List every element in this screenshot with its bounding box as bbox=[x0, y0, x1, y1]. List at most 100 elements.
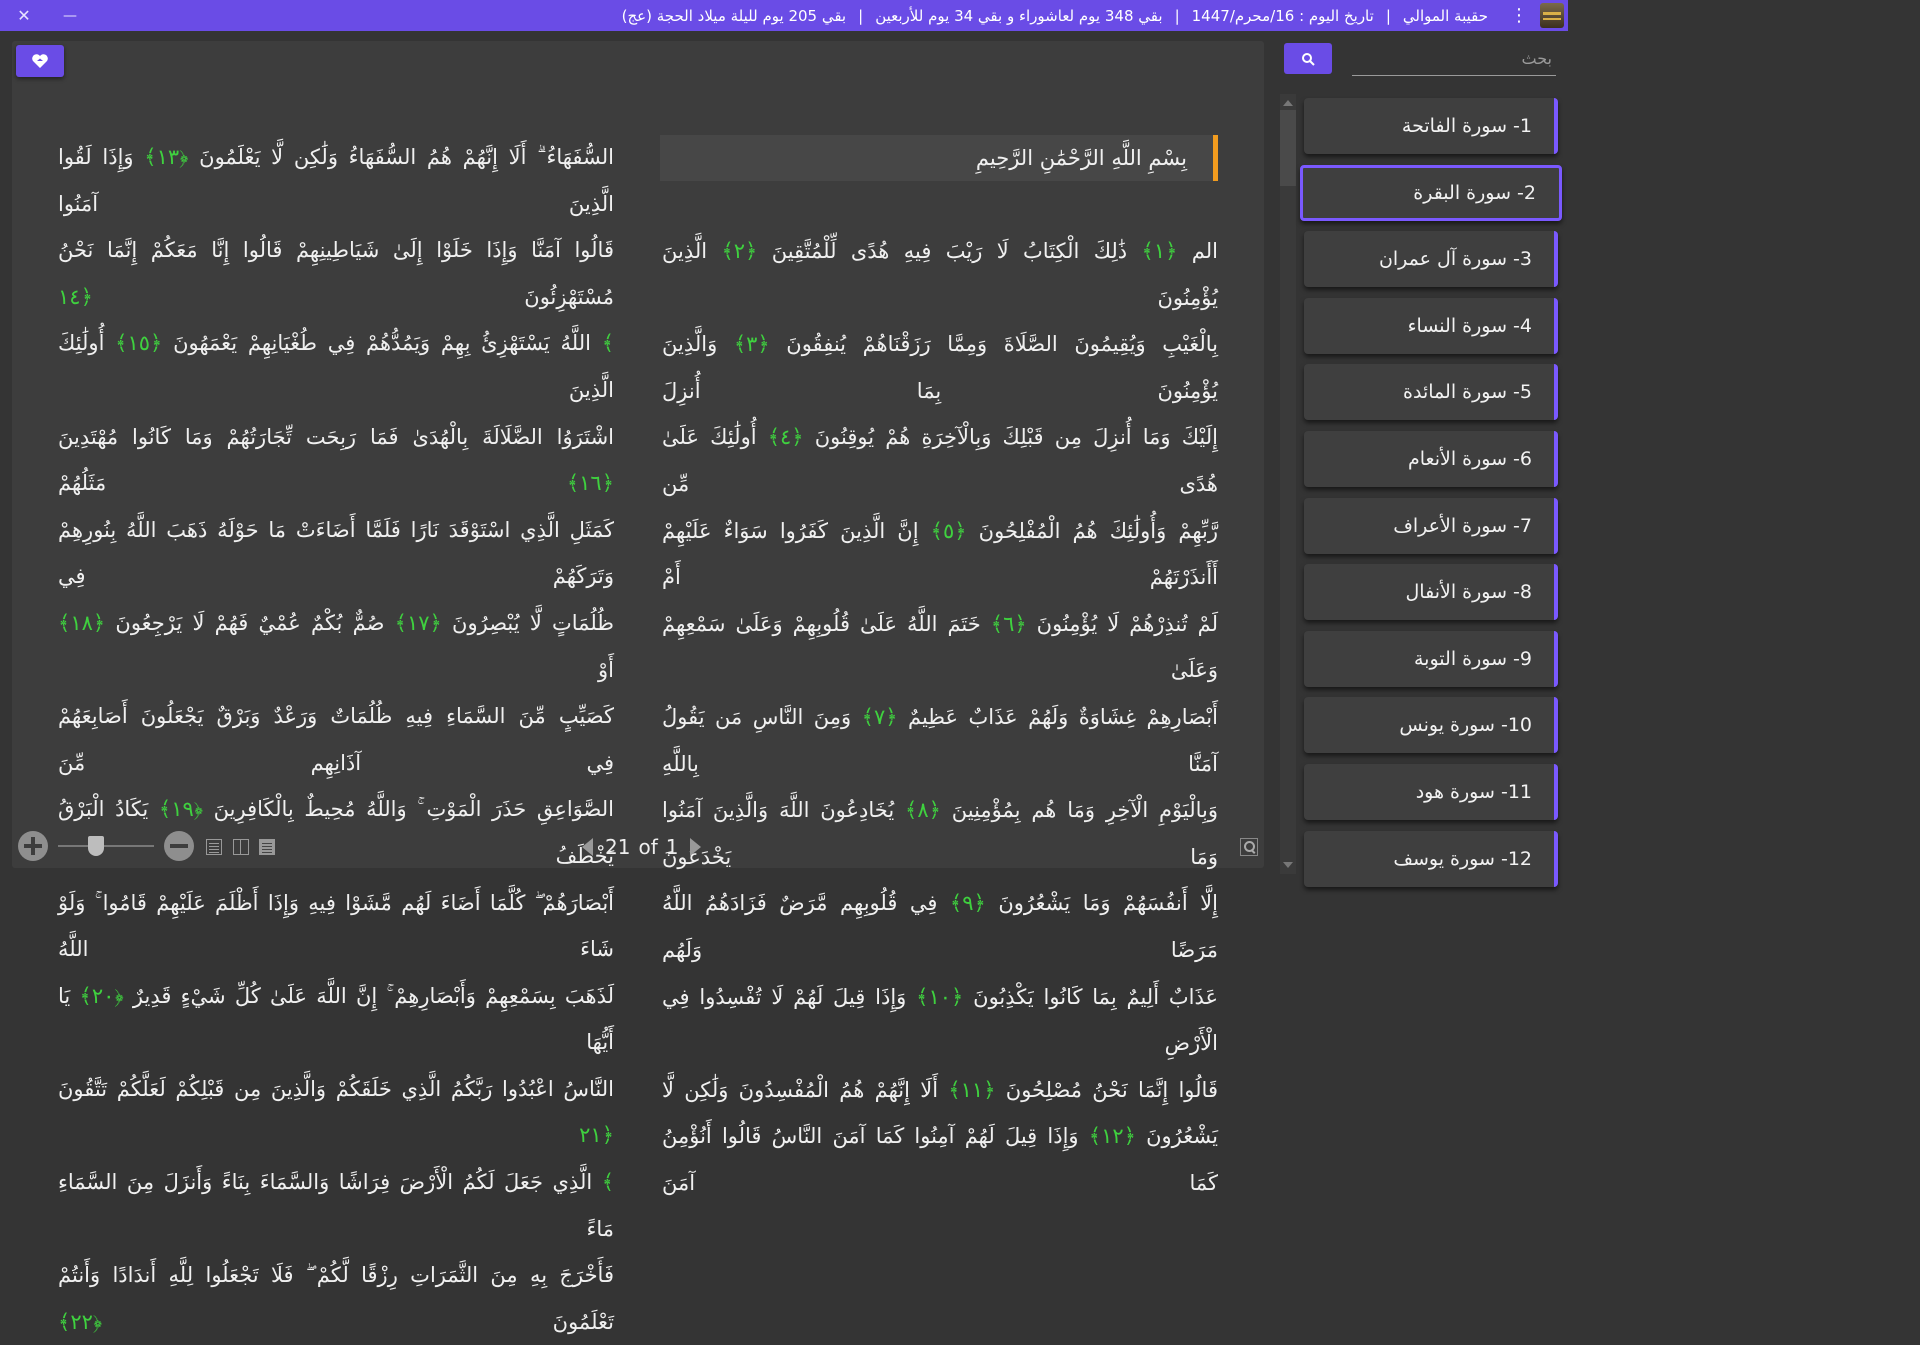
ayah-number: ﴿٢١ bbox=[579, 1123, 614, 1148]
verse-text: السُّفَهَاءُ ۗ أَلَا إِنَّهُمْ هُمُ السُ… bbox=[188, 145, 615, 169]
surah-item[interactable]: 11- سورة هود bbox=[1304, 764, 1558, 820]
ayah-number: ﴿٢٠﴾ bbox=[79, 983, 124, 1008]
ayah-number: ﴿١﴾ bbox=[1141, 239, 1178, 263]
verse-text: النَّاسُ اعْبُدُوا رَبَّكُمُ الَّذِي خَل… bbox=[58, 1076, 614, 1101]
kaaba-logo-icon bbox=[1540, 3, 1564, 28]
verse-text: إِلَّا أَنفُسَهُمْ وَمَا يَشْعُرُونَ bbox=[985, 891, 1218, 916]
search-icon bbox=[1302, 52, 1315, 66]
surah-item[interactable]: 5- سورة المائدة bbox=[1304, 364, 1558, 420]
surah-list-scrollbar[interactable] bbox=[1280, 94, 1296, 874]
verse-text: اللَّهُ يَسْتَهْزِئُ بِهِمْ وَيَمُدُّهُم… bbox=[162, 331, 602, 356]
two-page-view-icon[interactable] bbox=[233, 839, 249, 855]
ayah-number: ﴿١٣﴾ bbox=[144, 145, 189, 169]
verse-line: الم ﴿١﴾ ذَٰلِكَ الْكِتَابُ لَا رَيْبَ فِ… bbox=[662, 228, 1218, 321]
verse-text: الَّذِي جَعَلَ لَكُمُ الْأَرْضَ فِرَاشًا… bbox=[58, 1170, 614, 1241]
surah-item[interactable]: 1- سورة الفاتحة bbox=[1304, 98, 1558, 154]
ayah-number: ﴿١٠﴾ bbox=[916, 984, 964, 1009]
verse-text: مَثَلُهُمْ bbox=[58, 471, 567, 496]
surah-item[interactable]: 10- سورة يونس bbox=[1304, 697, 1558, 753]
continuous-view-icon[interactable] bbox=[259, 839, 275, 855]
heart-icon bbox=[32, 54, 48, 68]
surah-item[interactable]: 7- سورة الأعراف bbox=[1304, 498, 1558, 554]
search-button[interactable] bbox=[1284, 43, 1332, 74]
zoom-in-button[interactable] bbox=[18, 831, 48, 861]
verse-line: اشْتَرَوُا الضَّلَالَةَ بِالْهُدَىٰ فَمَ… bbox=[58, 414, 614, 507]
zoom-slider-track[interactable] bbox=[58, 845, 154, 847]
surah-item[interactable]: 2- سورة البقرة bbox=[1300, 165, 1562, 221]
verse-text: رَّبِّهِمْ وَأُولَٰئِكَ هُمُ الْمُفْلِحُ… bbox=[966, 518, 1219, 543]
verse-text: ذَٰلِكَ الْكِتَابُ لَا رَيْبَ فِيهِ هُدً… bbox=[757, 239, 1142, 263]
ayah-number: ﴿٩﴾ bbox=[949, 891, 986, 916]
verse-text: بِالْغَيْبِ وَيُقِيمُونَ الصَّلَاةَ وَمِ… bbox=[769, 332, 1218, 357]
verse-line: كَصَيِّبٍ مِّنَ السَّمَاءِ فِيهِ ظُلُمَا… bbox=[58, 693, 614, 786]
total-pages: 1 bbox=[665, 835, 679, 859]
surah-item[interactable]: 12- سورة يوسف bbox=[1304, 831, 1558, 887]
separator: | bbox=[1174, 6, 1180, 25]
surah-item[interactable]: 4- سورة النساء bbox=[1304, 298, 1558, 354]
verse-text: الم bbox=[1177, 239, 1219, 263]
single-page-view-icon[interactable] bbox=[206, 839, 222, 855]
verse-text: فَأَخْرَجَ بِهِ مِنَ الثَّمَرَاتِ رِزْقً… bbox=[58, 1263, 614, 1334]
close-icon[interactable]: ✕ bbox=[4, 0, 44, 31]
verse-line: لَمْ تُنذِرْهُمْ لَا يُؤْمِنُونَ ﴿٦﴾ خَت… bbox=[662, 601, 1218, 694]
app-name: حقيبة الموالي bbox=[1402, 6, 1488, 25]
scroll-up-icon[interactable] bbox=[1280, 96, 1296, 110]
next-page-icon[interactable] bbox=[690, 838, 702, 856]
verse-text: الصَّوَاعِقِ حَذَرَ الْمَوْتِ ۚ وَاللَّه… bbox=[203, 797, 614, 822]
surah-item[interactable]: 6- سورة الأنعام bbox=[1304, 431, 1558, 487]
find-in-page-icon[interactable] bbox=[1240, 838, 1258, 856]
verse-text: أَلَا إِنَّهُمْ هُمُ الْمُفْسِدُونَ وَلَ… bbox=[662, 1077, 949, 1102]
verse-text: إِلَيْكَ وَمَا أُنزِلَ مِن قَبْلِكَ وَبِ… bbox=[803, 425, 1218, 450]
verse-line: فَأَخْرَجَ بِهِ مِنَ الثَّمَرَاتِ رِزْقً… bbox=[58, 1252, 614, 1345]
ayah-number: ﴿٤﴾ bbox=[767, 425, 804, 450]
surah-item[interactable]: 3- سورة آل عمران bbox=[1304, 231, 1558, 287]
scroll-down-icon[interactable] bbox=[1280, 858, 1296, 872]
ayah-number: ﴿١١﴾ bbox=[948, 1077, 996, 1102]
scrollbar-thumb[interactable] bbox=[1280, 110, 1296, 186]
search-input[interactable] bbox=[1352, 42, 1556, 76]
verse-line: ﴾ اللَّهُ يَسْتَهْزِئُ بِهِمْ وَيَمُدُّه… bbox=[58, 320, 614, 413]
page-right: الم ﴿١﴾ ذَٰلِكَ الْكِتَابُ لَا رَيْبَ فِ… bbox=[662, 228, 1218, 1206]
verse-text: ظُلُمَاتٍ لَّا يُبْصِرُونَ bbox=[441, 610, 614, 635]
separator: | bbox=[1385, 6, 1391, 25]
verse-line: قَالُوا إِنَّمَا نَحْنُ مُصْلِحُونَ ﴿١١﴾… bbox=[662, 1067, 1218, 1114]
verse-line: قَالُوا آمَنَّا وَإِذَا خَلَوْا إِلَىٰ ش… bbox=[58, 227, 614, 320]
ayah-number: ﴿١٦﴾ bbox=[566, 471, 614, 496]
title-status: حقيبة الموالي | تاريخ اليوم : 16/محرم/14… bbox=[622, 0, 1488, 31]
verse-text: عَذَابٌ أَلِيمٌ بِمَا كَانُوا يَكْذِبُون… bbox=[963, 984, 1219, 1009]
surah-item[interactable]: 9- سورة التوبة bbox=[1304, 631, 1558, 687]
kebab-menu-icon[interactable]: ⋮ bbox=[1508, 0, 1530, 31]
ayah-number: ﴾ bbox=[601, 1170, 614, 1195]
zoom-slider-thumb[interactable] bbox=[88, 836, 104, 856]
verse-text: وَبِالْيَوْمِ الْآخِرِ وَمَا هُم بِمُؤْم… bbox=[940, 798, 1218, 823]
verse-line: كَمَثَلِ الَّذِي اسْتَوْقَدَ نَارًا فَلَ… bbox=[58, 507, 614, 600]
surah-item[interactable]: 8- سورة الأنفال bbox=[1304, 564, 1558, 620]
verse-line: بِالْغَيْبِ وَيُقِيمُونَ الصَّلَاةَ وَمِ… bbox=[662, 321, 1218, 414]
page-navigator: 21 of 1 bbox=[582, 832, 702, 862]
verse-text: كَمَثَلِ الَّذِي اسْتَوْقَدَ نَارًا فَلَ… bbox=[58, 517, 614, 589]
verse-line: السُّفَهَاءُ ۗ أَلَا إِنَّهُمْ هُمُ السُ… bbox=[58, 134, 614, 227]
verse-line: رَّبِّهِمْ وَأُولَٰئِكَ هُمُ الْمُفْلِحُ… bbox=[662, 508, 1218, 601]
verse-text: يَشْعُرُونَ bbox=[1135, 1124, 1218, 1149]
verse-text: اشْتَرَوُا الضَّلَالَةَ بِالْهُدَىٰ فَمَ… bbox=[58, 424, 614, 449]
verse-text: قَالُوا إِنَّمَا نَحْنُ مُصْلِحُونَ bbox=[995, 1077, 1218, 1102]
basmala: بِسْمِ اللَّهِ الرَّحْمَٰنِ الرَّحِيمِ bbox=[660, 135, 1218, 181]
favorite-button[interactable] bbox=[16, 45, 64, 77]
verse-line: ظُلُمَاتٍ لَّا يُبْصِرُونَ ﴿١٧﴾ صُمٌّ بُ… bbox=[58, 600, 614, 693]
verse-line: أَبْصَارِهِمْ غِشَاوَةٌ وَلَهُمْ عَذَابٌ… bbox=[662, 694, 1218, 787]
separator: | bbox=[858, 6, 864, 25]
minimize-icon[interactable]: — bbox=[50, 0, 90, 31]
verse-line: لَذَهَبَ بِسَمْعِهِمْ وَأَبْصَارِهِمْ ۚ … bbox=[58, 973, 614, 1066]
verse-text: لَمْ تُنذِرْهُمْ لَا يُؤْمِنُونَ bbox=[1026, 611, 1219, 636]
birth-countdown: بقي 205 يوم لليلة ميلاد الحجة (عج) bbox=[621, 6, 847, 25]
of-label: of bbox=[638, 835, 658, 859]
verse-line: إِلَّا أَنفُسَهُمْ وَمَا يَشْعُرُونَ ﴿٩﴾… bbox=[662, 880, 1218, 973]
zoom-out-button[interactable] bbox=[164, 831, 194, 861]
verse-line: وَبِالْيَوْمِ الْآخِرِ وَمَا هُم بِمُؤْم… bbox=[662, 787, 1218, 880]
page-left: السُّفَهَاءُ ۗ أَلَا إِنَّهُمْ هُمُ السُ… bbox=[58, 134, 614, 1345]
previous-page-icon[interactable] bbox=[582, 838, 593, 856]
current-page[interactable]: 21 bbox=[605, 835, 630, 859]
title-bar: ✕ — حقيبة الموالي | تاريخ اليوم : 16/محر… bbox=[0, 0, 1568, 31]
verse-line: إِلَيْكَ وَمَا أُنزِلَ مِن قَبْلِكَ وَبِ… bbox=[662, 414, 1218, 507]
ayah-number: ﴿١٧﴾ bbox=[394, 610, 442, 635]
